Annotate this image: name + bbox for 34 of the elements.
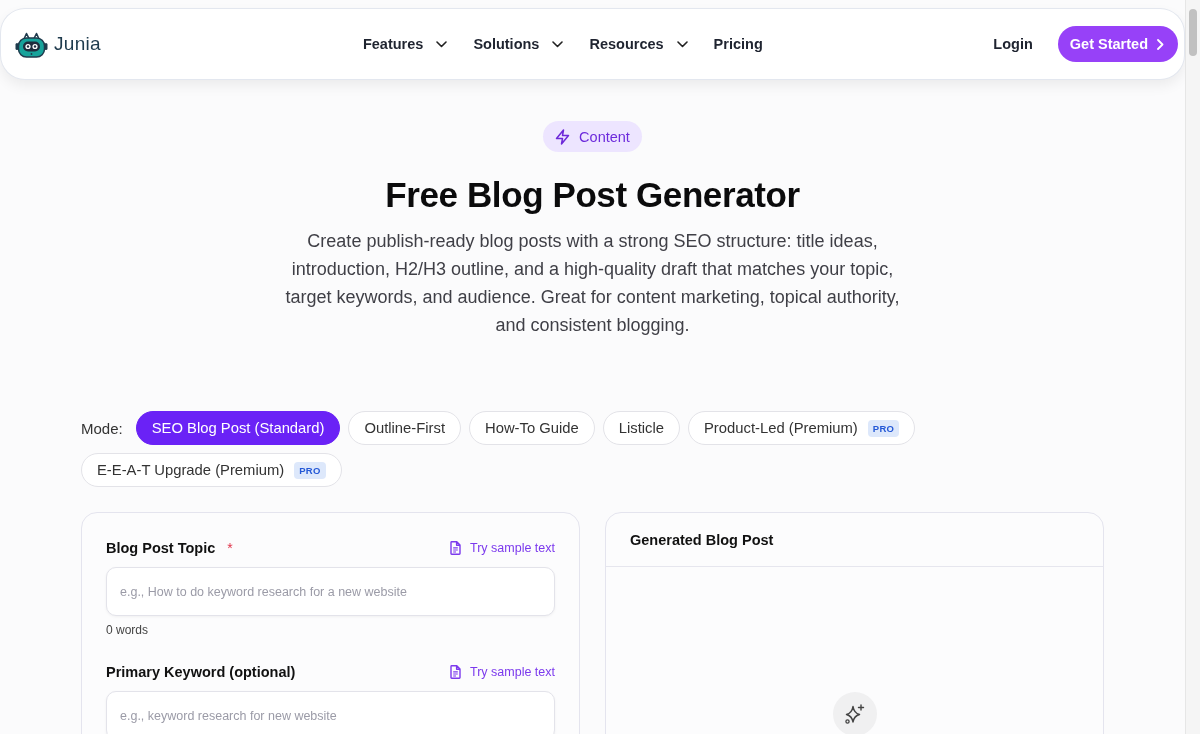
- nav-menu-link[interactable]: Features: [362, 36, 448, 52]
- category-label: Content: [579, 128, 630, 145]
- mode-option[interactable]: Product-Led (Premium) PRO: [688, 411, 916, 445]
- pro-tag: PRO: [294, 461, 326, 479]
- robot-head-icon: [15, 30, 48, 58]
- nav-menu-link[interactable]: Resources: [589, 36, 688, 52]
- mode-option[interactable]: How-To Guide: [469, 411, 595, 445]
- get-started-button[interactable]: Get Started: [1057, 26, 1178, 62]
- mode-option[interactable]: Outline-First: [348, 411, 461, 445]
- document-icon: [450, 541, 461, 555]
- scrollbar-thumb[interactable]: [1189, 9, 1197, 56]
- word-count: 0 words: [106, 623, 150, 637]
- chevron-right-icon: [1157, 38, 1164, 50]
- nav-menu-link[interactable]: Pricing: [713, 36, 763, 52]
- text-input[interactable]: e.g., keyword research for new website: [106, 691, 555, 734]
- lightning-icon: [555, 128, 571, 145]
- nav-menu-link[interactable]: Solutions: [473, 36, 564, 52]
- mode-label: Mode:: [81, 419, 123, 437]
- panel-title: Generated Blog Post: [630, 531, 774, 548]
- try-sample-link[interactable]: Try sample text: [450, 665, 555, 679]
- try-sample-link[interactable]: Try sample text: [450, 541, 555, 555]
- pro-tag: PRO: [867, 419, 900, 437]
- mode-option[interactable]: SEO Blog Post (Standard): [135, 411, 341, 445]
- mode-option[interactable]: E-E-A-T Upgrade (Premium) PRO: [81, 453, 342, 487]
- page-title: Free Blog Post Generator: [385, 175, 800, 215]
- document-icon: [450, 665, 461, 679]
- home-logo-link[interactable]: Junia: [15, 30, 101, 58]
- required-mark: *: [227, 540, 233, 556]
- login-link[interactable]: Login: [993, 36, 1033, 52]
- field-label: Blog Post Topic: [106, 540, 216, 556]
- text-input[interactable]: e.g., How to do keyword research for a new website: [106, 567, 555, 616]
- mode-option[interactable]: Listicle: [602, 411, 680, 445]
- field-label: Primary Keyword (optional): [106, 664, 296, 680]
- page-description: Create publish-ready blog posts with a strong SEO structure: title ideas, introduction, H2/H3 outline, and a high-quality draft that matches your topic, target keywords, and audience. Great for content marketing, topical authority, and consistent blogging.: [284, 230, 901, 337]
